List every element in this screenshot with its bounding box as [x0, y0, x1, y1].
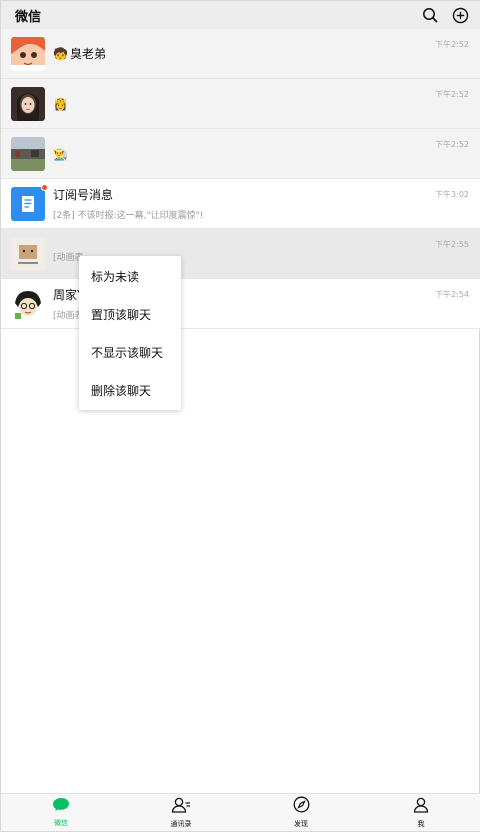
menu-item-pin-chat[interactable]: 置顶该聊天: [79, 296, 181, 334]
tab-discover[interactable]: 发现: [261, 796, 341, 829]
menu-item-delete-chat[interactable]: 删除该聊天: [79, 372, 181, 410]
tab-label: 我: [417, 819, 425, 828]
bottom-tab-bar: 微信 通讯录 发现 我: [1, 793, 480, 831]
subscription-icon: [11, 186, 45, 221]
chat-name-label: 臭老弟: [69, 47, 106, 61]
tab-contacts[interactable]: 通讯录: [141, 797, 221, 829]
chat-preview: [2条] 不该时报:这一幕,"让印度震惊"!: [53, 211, 204, 221]
avatar: [11, 36, 45, 71]
avatar: [11, 236, 45, 271]
app-frame: 微信: [0, 0, 480, 832]
chat-item-princess[interactable]: 👸 下午2:52: [1, 79, 480, 129]
chat-bubble-icon: [52, 797, 70, 816]
tab-me[interactable]: 我: [381, 797, 461, 829]
contacts-icon: [171, 797, 191, 817]
avatar-wrap: [11, 183, 48, 221]
add-plus-icon[interactable]: [452, 7, 469, 24]
chat-time: 下午3:02: [435, 190, 469, 199]
chat-time: 下午2:52: [435, 140, 469, 149]
chat-time: 下午2:52: [435, 40, 469, 49]
tab-label: 微信: [54, 819, 68, 827]
tab-label: 通讯录: [170, 819, 192, 828]
princess-icon: 👸: [53, 96, 68, 111]
context-menu: 标为未读 置顶该聊天 不显示该聊天 删除该聊天: [79, 256, 181, 410]
unread-dot: [41, 183, 48, 191]
chat-item-choulaodi[interactable]: 🧒 臭老弟 下午2:52: [1, 29, 480, 79]
tab-chats[interactable]: 微信: [21, 797, 101, 828]
chat-item-farmer[interactable]: 👨‍🌾 下午2:52: [1, 129, 480, 179]
chat-item-zhoujia[interactable]: 周家Y [动画表 下午2:54: [1, 279, 480, 329]
farmer-icon: 👨‍🌾: [53, 146, 68, 161]
menu-item-mark-unread[interactable]: 标为未读: [79, 258, 181, 296]
top-bar: 微信: [1, 1, 480, 29]
header-actions: [422, 7, 469, 24]
chat-text: 👨‍🌾: [53, 147, 480, 161]
avatar: [11, 136, 45, 171]
tab-label: 发现: [294, 820, 308, 828]
compass-icon: [293, 796, 310, 817]
boy-face-icon: 🧒: [53, 46, 68, 61]
chat-text: 订阅号消息 [2条] 不该时报:这一幕,"让印度震惊"!: [53, 186, 480, 221]
chat-name: 👨‍🌾: [53, 147, 480, 161]
avatar: [11, 86, 45, 121]
chat-time: 下午2:54: [435, 290, 469, 299]
chat-list: 🧒 臭老弟 下午2:52 👸: [1, 29, 480, 329]
avatar: [11, 286, 45, 321]
chat-text: 👸: [53, 97, 480, 111]
chat-name: 订阅号消息: [53, 188, 114, 202]
chat-item-sticker[interactable]: [动画表 下午2:55: [1, 229, 480, 279]
chat-text: 🧒 臭老弟: [53, 45, 480, 62]
chat-item-subscriptions[interactable]: 订阅号消息 [2条] 不该时报:这一幕,"让印度震惊"! 下午3:02: [1, 179, 480, 229]
chat-time: 下午2:55: [435, 240, 469, 249]
search-icon[interactable]: [422, 7, 438, 23]
person-icon: [413, 797, 429, 817]
chat-name: 👸: [53, 97, 480, 111]
chat-time: 下午2:52: [435, 90, 469, 99]
menu-item-hide-chat[interactable]: 不显示该聊天: [79, 334, 181, 372]
page-title: 微信: [15, 9, 42, 25]
chat-name: 🧒 臭老弟: [53, 45, 480, 62]
